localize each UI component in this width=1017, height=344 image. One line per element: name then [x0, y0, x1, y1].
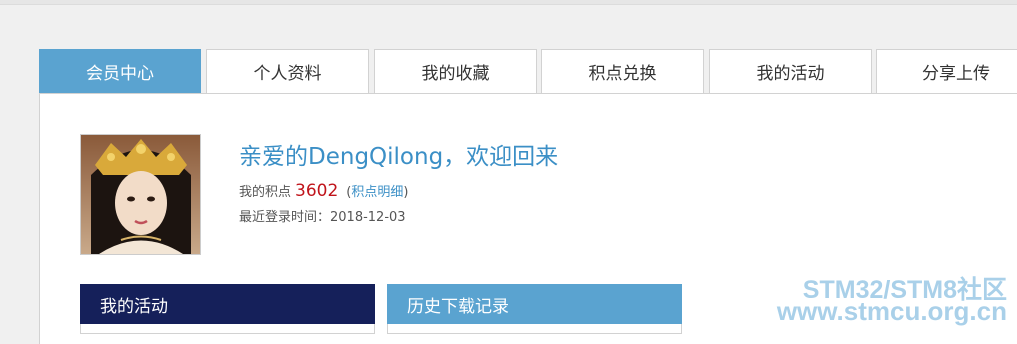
welcome-message: 亲爱的DengQilong，欢迎回来	[239, 144, 559, 170]
download-history-body	[387, 324, 682, 334]
last-login-time: 最近登录时间：2018-12-03	[239, 210, 406, 225]
tab-share-upload[interactable]: 分享上传	[876, 49, 1017, 93]
top-border	[0, 0, 1017, 5]
points-label: 我的积点	[239, 185, 292, 200]
tab-points-exchange[interactable]: 积点兑换	[541, 49, 704, 93]
tab-member-center[interactable]: 会员中心	[39, 49, 201, 93]
my-activity-body	[80, 324, 375, 334]
download-history-header: 历史下载记录	[387, 284, 682, 324]
avatar-image	[81, 135, 200, 254]
tab-my-favorites[interactable]: 我的收藏	[374, 49, 537, 93]
tab-personal-info[interactable]: 个人资料	[206, 49, 369, 93]
tab-my-activities[interactable]: 我的活动	[709, 49, 872, 93]
points-detail-link[interactable]: 积点明细	[351, 185, 403, 200]
watermark-line2: www.stmcu.org.cn	[776, 296, 1007, 326]
points-value: 3602	[295, 181, 339, 201]
my-activity-header: 我的活动	[80, 284, 375, 324]
points-line: 我的积点 3602 (积点明细)	[239, 181, 408, 201]
member-tabs: 会员中心 个人资料 我的收藏 积点兑换 我的活动 分享上传	[39, 49, 1017, 94]
avatar	[80, 134, 201, 255]
download-history-title: 历史下载记录	[407, 296, 509, 317]
paren-close: )	[403, 185, 409, 200]
my-activity-title: 我的活动	[100, 296, 168, 317]
